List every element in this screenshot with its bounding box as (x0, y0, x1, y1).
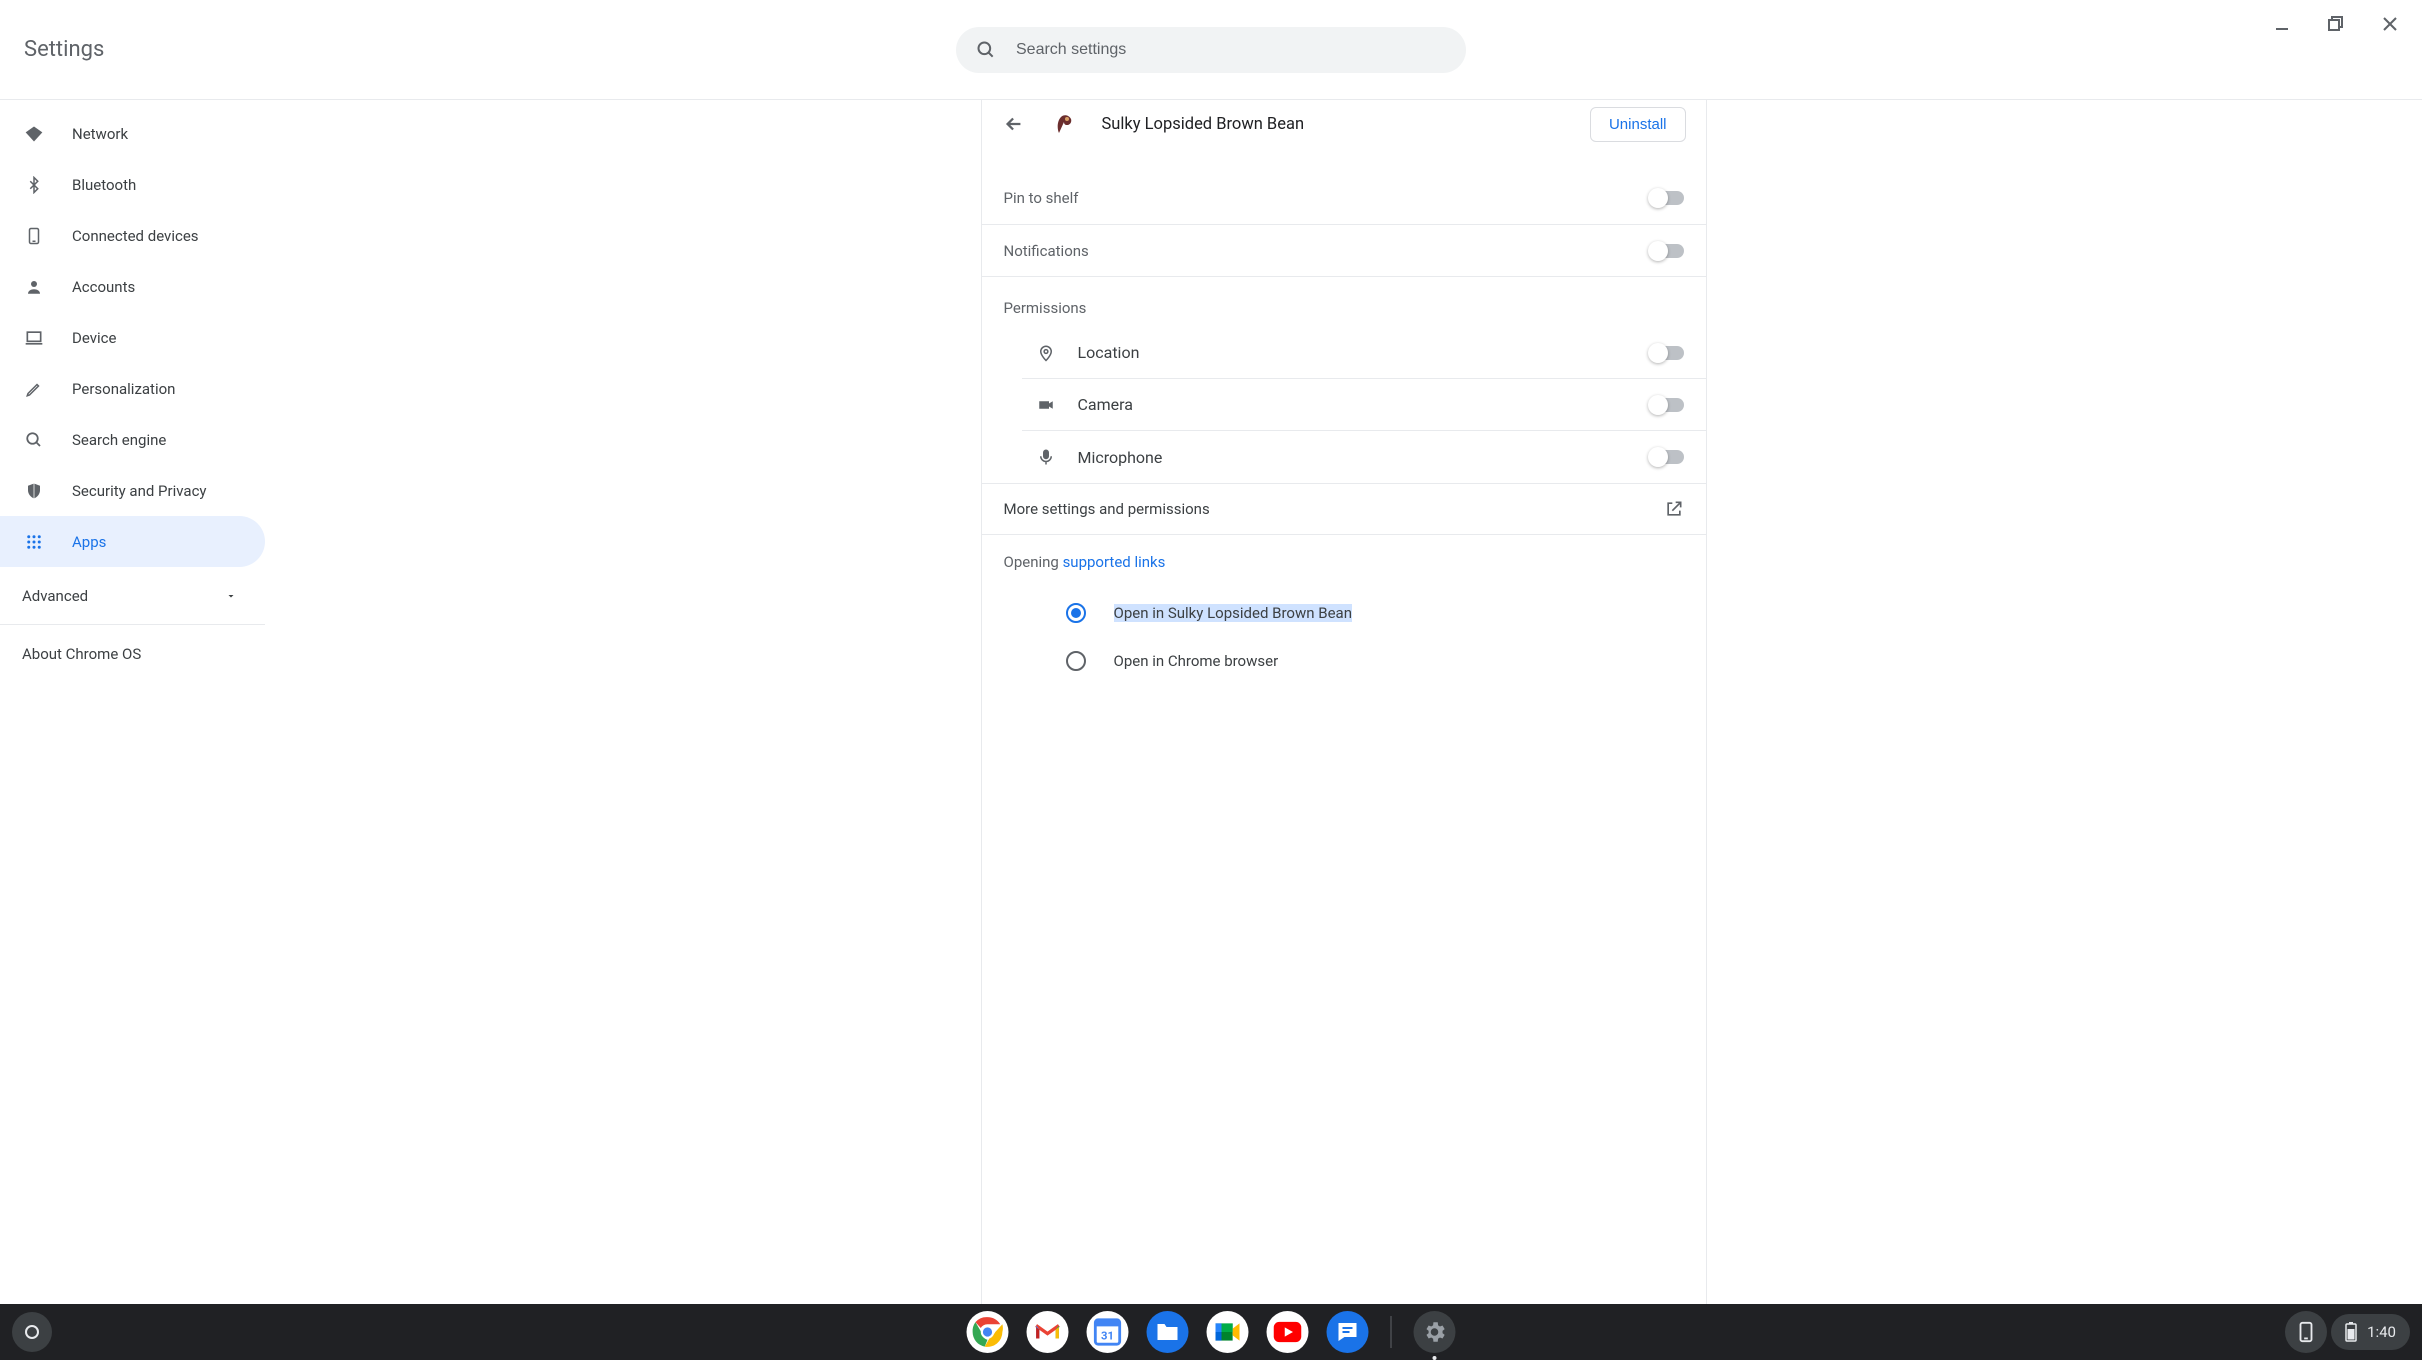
sidebar-item-label: Apps (72, 533, 106, 551)
battery-icon (2345, 1322, 2357, 1342)
sidebar-item-label: Search engine (72, 431, 166, 449)
app-icon (1050, 110, 1078, 138)
window-minimize-button[interactable] (2272, 14, 2292, 34)
permissions-heading: Permissions (982, 276, 1706, 327)
notifications-label: Notifications (1004, 242, 1089, 260)
shelf-app-calendar[interactable]: 31 (1087, 1311, 1129, 1353)
launcher-icon (25, 1325, 39, 1339)
permission-location-label: Location (1078, 343, 1140, 362)
shelf-app-youtube[interactable] (1267, 1311, 1309, 1353)
app-title: Settings (24, 37, 104, 62)
radio-button-unchecked-icon (1066, 651, 1086, 671)
search-box[interactable] (956, 27, 1466, 73)
wifi-icon (24, 124, 44, 144)
shelf-app-messages[interactable] (1327, 1311, 1369, 1353)
permission-location-toggle[interactable] (1650, 346, 1684, 360)
phone-icon (24, 226, 44, 246)
radio-open-in-app-label: Open in Sulky Lopsided Brown Bean (1114, 604, 1353, 622)
app-detail-title: Sulky Lopsided Brown Bean (1102, 115, 1566, 134)
sidebar-about-chromeos[interactable]: About Chrome OS (0, 625, 265, 683)
sidebar-item-connected-devices[interactable]: Connected devices (0, 210, 265, 261)
tray-phone-hub[interactable] (2285, 1311, 2327, 1353)
shelf-separator (1391, 1316, 1392, 1348)
shelf-app-files[interactable] (1147, 1311, 1189, 1353)
sidebar-item-search-engine[interactable]: Search engine (0, 414, 265, 465)
radio-button-checked-icon (1066, 603, 1086, 623)
sidebar-item-network[interactable]: Network (0, 108, 265, 159)
bluetooth-icon (24, 175, 44, 195)
back-button[interactable] (1002, 112, 1026, 136)
supported-links-link[interactable]: supported links (1063, 553, 1166, 571)
person-icon (24, 277, 44, 297)
sidebar-advanced-label: Advanced (22, 587, 88, 605)
window-close-button[interactable] (2380, 14, 2400, 34)
radio-open-in-chrome[interactable]: Open in Chrome browser (1004, 637, 1684, 685)
apps-grid-icon (24, 532, 44, 552)
sidebar-item-label: Accounts (72, 278, 135, 296)
search-icon (24, 430, 44, 450)
sidebar-item-label: Network (72, 125, 128, 143)
sidebar-item-device[interactable]: Device (0, 312, 265, 363)
shield-icon (24, 481, 44, 501)
chevron-down-icon (225, 590, 237, 602)
radio-open-in-app[interactable]: Open in Sulky Lopsided Brown Bean (1004, 589, 1684, 637)
radio-open-in-chrome-label: Open in Chrome browser (1114, 652, 1279, 670)
sidebar-item-personalization[interactable]: Personalization (0, 363, 265, 414)
permission-camera-toggle[interactable] (1650, 398, 1684, 412)
shelf-app-meet[interactable] (1207, 1311, 1249, 1353)
pencil-icon (24, 379, 44, 399)
uninstall-button[interactable]: Uninstall (1590, 107, 1686, 142)
shelf-app-chrome[interactable] (967, 1311, 1009, 1353)
pin-to-shelf-toggle[interactable] (1650, 191, 1684, 205)
more-settings-label: More settings and permissions (1004, 500, 1210, 518)
tray-time: 1:40 (2367, 1323, 2396, 1341)
sidebar-about-label: About Chrome OS (22, 645, 141, 663)
sidebar-item-label: Bluetooth (72, 176, 136, 194)
shelf-app-settings[interactable] (1414, 1311, 1456, 1353)
location-icon (1036, 343, 1056, 363)
app-detail-panel: Sulky Lopsided Brown Bean Uninstall Pin … (981, 100, 1707, 1304)
shelf: 31 1:40 (0, 1304, 2422, 1360)
sidebar-advanced-toggle[interactable]: Advanced (0, 567, 265, 625)
opening-prefix: Opening (1004, 553, 1063, 571)
open-in-new-icon (1664, 499, 1684, 519)
laptop-icon (24, 328, 44, 348)
permission-microphone-toggle[interactable] (1650, 450, 1684, 464)
window-restore-button[interactable] (2326, 14, 2346, 34)
microphone-icon (1036, 447, 1056, 467)
launcher-button[interactable] (12, 1312, 52, 1352)
permission-microphone-label: Microphone (1078, 448, 1163, 467)
search-icon (976, 40, 996, 60)
permission-camera-label: Camera (1078, 395, 1133, 414)
sidebar-item-apps[interactable]: Apps (0, 516, 265, 567)
camera-icon (1036, 395, 1056, 415)
notifications-toggle[interactable] (1650, 244, 1684, 258)
shelf-app-gmail[interactable] (1027, 1311, 1069, 1353)
sidebar-item-label: Security and Privacy (72, 482, 207, 500)
sidebar-item-label: Device (72, 329, 116, 347)
sidebar-item-label: Personalization (72, 380, 175, 398)
search-input[interactable] (1016, 41, 1446, 59)
sidebar: Network Bluetooth Connected devices Acco… (0, 100, 265, 1304)
svg-text:31: 31 (1101, 1330, 1114, 1343)
sidebar-item-security-privacy[interactable]: Security and Privacy (0, 465, 265, 516)
pin-to-shelf-label: Pin to shelf (1004, 189, 1079, 207)
opening-links-heading: Opening supported links (1004, 553, 1684, 571)
more-settings-row[interactable]: More settings and permissions (982, 483, 1706, 535)
sidebar-item-label: Connected devices (72, 227, 199, 245)
sidebar-item-accounts[interactable]: Accounts (0, 261, 265, 312)
system-tray[interactable]: 1:40 (2331, 1314, 2410, 1350)
sidebar-item-bluetooth[interactable]: Bluetooth (0, 159, 265, 210)
